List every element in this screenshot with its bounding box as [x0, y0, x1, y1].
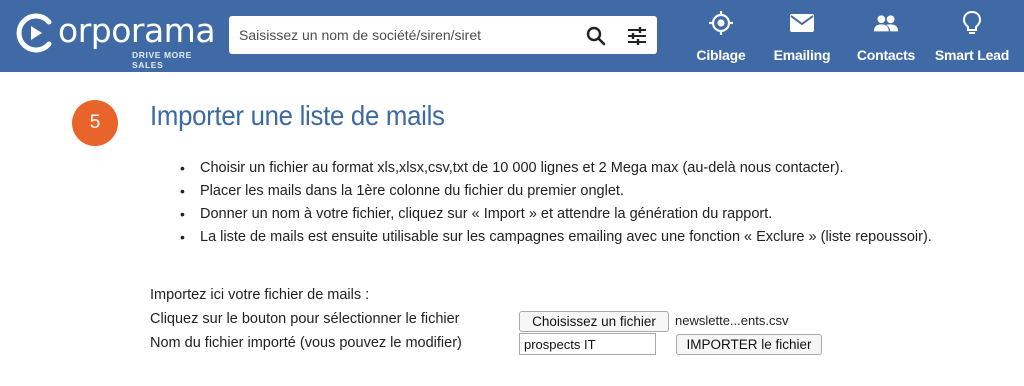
people-icon: [873, 15, 899, 32]
nav-contacts-label: Contacts: [856, 47, 916, 63]
company-search-input[interactable]: [239, 22, 579, 48]
import-intro-text: Importez ici votre fichier de mails :: [150, 287, 370, 303]
choose-file-button[interactable]: Choisissez un fichier: [519, 311, 669, 332]
import-file-button[interactable]: IMPORTER le fichier: [676, 334, 822, 355]
corporama-logo[interactable]: orporama DRIVE MORE SALES: [14, 11, 216, 70]
lightbulb-icon: [962, 10, 982, 34]
instruction-item: La liste de mails est ensuite utilisable…: [178, 226, 938, 249]
filter-sliders-icon[interactable]: [626, 25, 648, 47]
nav-emailing-label: Emailing: [773, 47, 831, 63]
search-icon[interactable]: [585, 25, 609, 47]
nav-smart-lead-label: Smart Lead: [934, 47, 1010, 63]
logo-wordmark: orporama: [58, 11, 216, 50]
selected-file-name: newslette...ents.csv: [675, 313, 789, 328]
top-navbar: orporama DRIVE MORE SALES Ciblage: [0, 0, 1024, 72]
instructions-list: Choisir un fichier au format xls,xlsx,cs…: [178, 157, 938, 249]
instruction-item: Donner un nom à votre fichier, cliquez s…: [178, 203, 938, 226]
file-name-input[interactable]: [519, 333, 656, 355]
page-title: Importer une liste de mails: [150, 100, 445, 131]
nav-emailing[interactable]: Emailing: [764, 0, 840, 72]
target-icon: [709, 11, 733, 35]
instruction-item: Placer les mails dans la 1ère colonne du…: [178, 180, 938, 203]
nav-ciblage[interactable]: Ciblage: [682, 0, 760, 72]
logo-c-play-icon: [16, 13, 52, 53]
choose-file-label: Cliquez sur le bouton pour sélectionner …: [150, 311, 460, 327]
nav-contacts[interactable]: Contacts: [850, 0, 922, 72]
logo-tagline: DRIVE MORE SALES: [132, 50, 192, 70]
instruction-item: Choisir un fichier au format xls,xlsx,cs…: [178, 157, 938, 180]
envelope-icon: [790, 14, 814, 32]
nav-smart-lead[interactable]: Smart Lead: [930, 0, 1014, 72]
nav-ciblage-label: Ciblage: [696, 47, 746, 63]
file-name-label: Nom du fichier importé (vous pouvez le m…: [150, 335, 462, 351]
step-number-badge: 5: [72, 100, 118, 146]
